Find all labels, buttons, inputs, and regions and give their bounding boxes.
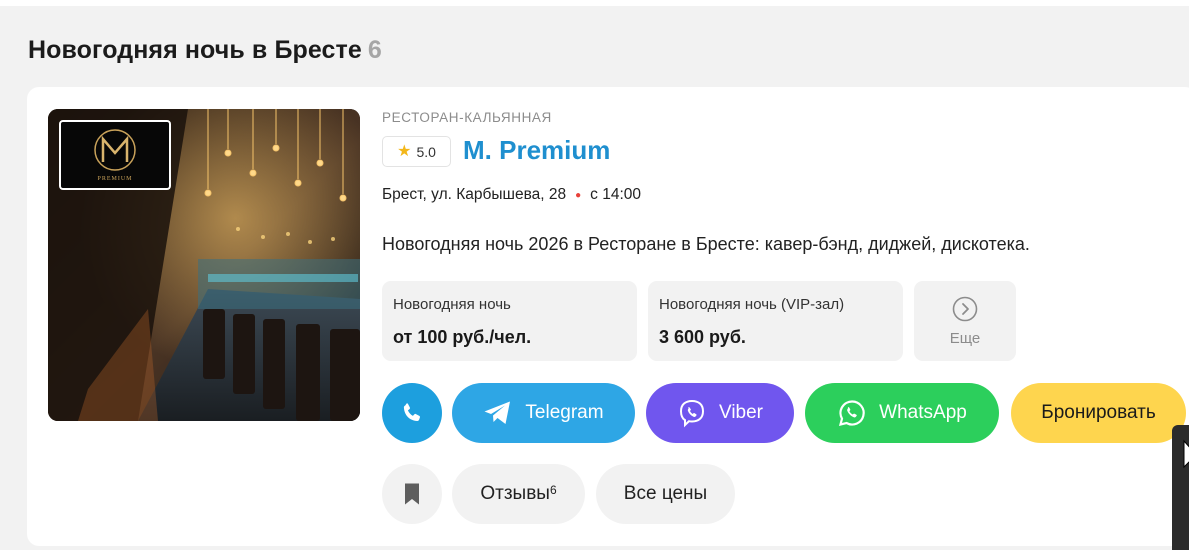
telegram-label: Telegram bbox=[525, 402, 604, 423]
all-prices-button[interactable]: Все цены bbox=[596, 464, 735, 524]
reviews-count: 6 bbox=[549, 483, 557, 497]
section-title-text: Новогодняя ночь в Бресте bbox=[28, 36, 362, 64]
section-count: 6 bbox=[367, 36, 382, 64]
whatsapp-label: WhatsApp bbox=[879, 402, 967, 423]
price-value: 3 600 руб. bbox=[659, 327, 746, 347]
bookmark-button[interactable] bbox=[382, 464, 442, 524]
more-prices-button[interactable]: Еще bbox=[914, 281, 1016, 361]
venue-category: РЕСТОРАН-КАЛЬЯННАЯ bbox=[382, 110, 552, 125]
book-button[interactable]: Бронировать bbox=[1011, 383, 1186, 443]
whatsapp-icon bbox=[839, 400, 865, 427]
reviews-button[interactable]: Отзывы 6 bbox=[452, 464, 585, 524]
bookmark-icon bbox=[405, 483, 419, 505]
call-button[interactable] bbox=[382, 383, 442, 443]
price-label: Новогодняя ночь (VIP-зал) bbox=[659, 296, 845, 313]
price-tile-new-year[interactable]: Новогодняя ночь от 100 руб./чел. bbox=[382, 281, 637, 361]
section-title: Новогодняя ночь в Бресте 6 bbox=[28, 36, 382, 65]
logo-subtitle: PREMIUM bbox=[97, 176, 133, 182]
telegram-button[interactable]: Telegram bbox=[452, 383, 635, 443]
cursor-arrow-icon bbox=[1183, 439, 1189, 469]
rating-badge: ★ 5.0 bbox=[382, 136, 451, 167]
telegram-icon bbox=[484, 401, 511, 424]
venue-description: Новогодняя ночь 2026 в Ресторане в Брест… bbox=[382, 234, 1030, 254]
rating-value: 5.0 bbox=[416, 143, 436, 160]
phone-icon bbox=[403, 403, 420, 422]
chevron-right-circle-icon bbox=[952, 296, 978, 321]
viber-label: Viber bbox=[718, 402, 763, 423]
price-tile-vip[interactable]: Новогодняя ночь (VIP-зал) 3 600 руб. bbox=[648, 281, 903, 361]
price-label: Новогодняя ночь bbox=[393, 296, 511, 313]
venue-time: с 14:00 bbox=[590, 186, 642, 203]
venue-address: Брест, ул. Карбышева, 28 bbox=[382, 186, 567, 203]
whatsapp-button[interactable]: WhatsApp bbox=[805, 383, 999, 443]
viber-icon bbox=[679, 399, 704, 428]
reviews-label: Отзывы bbox=[480, 483, 550, 504]
venue-name-link[interactable]: M. Premium bbox=[463, 135, 610, 166]
side-panel-edge[interactable] bbox=[1172, 425, 1189, 550]
venue-card: PREMIUM РЕСТОРАН-КАЛЬЯННАЯ ★ 5.0 M. Prem… bbox=[27, 87, 1189, 546]
star-icon: ★ bbox=[397, 142, 412, 160]
venue-address-line: Брест, ул. Карбышева, 28 ● с 14:00 bbox=[382, 186, 641, 204]
section-panel: Новогодняя ночь в Бресте 6 PREMIUM РЕСТО… bbox=[0, 6, 1189, 550]
more-label: Еще bbox=[949, 329, 981, 347]
price-value: от 100 руб./чел. bbox=[393, 327, 532, 347]
separator-dot-icon: ● bbox=[575, 189, 582, 201]
venue-photo[interactable]: PREMIUM bbox=[48, 109, 360, 421]
venue-logo: PREMIUM bbox=[59, 120, 171, 190]
viber-button[interactable]: Viber bbox=[646, 383, 794, 443]
